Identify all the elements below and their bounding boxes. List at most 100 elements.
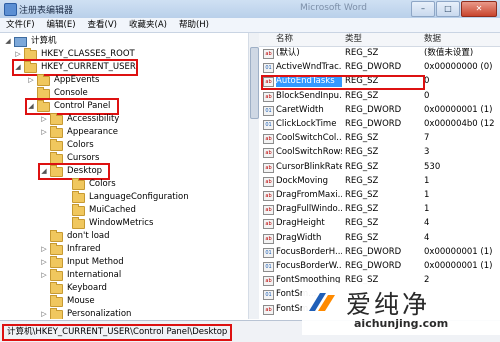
menu-help[interactable]: 帮助(H) bbox=[173, 18, 215, 32]
tree-item-colors[interactable]: Colors bbox=[40, 138, 94, 152]
expand-arrow-icon[interactable]: ▷ bbox=[40, 269, 48, 282]
value-row[interactable]: ab DragHeight REG_SZ 4 bbox=[259, 217, 500, 230]
menu-favorites[interactable]: 收藏夹(A) bbox=[123, 18, 173, 32]
reg-sz-icon: ab bbox=[263, 304, 274, 315]
folder-icon bbox=[50, 268, 63, 281]
tree-item-international[interactable]: ▷ International bbox=[40, 268, 122, 282]
folder-icon bbox=[50, 125, 63, 138]
watermark-url: aichunjing.com bbox=[354, 317, 449, 330]
tree-item-appevents[interactable]: ▷ AppEvents bbox=[27, 73, 99, 87]
tree-item-computer[interactable]: ◢ 计算机 bbox=[4, 35, 57, 48]
tree-item-dont-load[interactable]: don't load bbox=[40, 229, 110, 243]
collapse-arrow-icon[interactable]: ◢ bbox=[14, 61, 22, 74]
tree-item-label: Personalization bbox=[67, 309, 132, 319]
expand-arrow-icon[interactable]: ▷ bbox=[27, 74, 35, 87]
expand-arrow-icon[interactable]: ▷ bbox=[40, 256, 48, 269]
column-header-name[interactable]: 名称 bbox=[276, 33, 293, 46]
reg-dword-icon: 01 bbox=[263, 262, 274, 272]
tree-item-label: don't load bbox=[67, 231, 110, 241]
value-row[interactable]: ab CursorBlinkRate REG_SZ 530 bbox=[259, 161, 500, 173]
tree-item-infrared[interactable]: ▷ Infrared bbox=[40, 242, 101, 256]
value-row[interactable]: ab CoolSwitchCol... REG_SZ 7 bbox=[259, 132, 500, 145]
tree-item-label: LanguageConfiguration bbox=[89, 192, 189, 202]
reg-sz-icon: ab bbox=[263, 233, 274, 244]
status-path: 计算机\HKEY_CURRENT_USER\Control Panel\Desk… bbox=[2, 324, 233, 341]
menu-edit[interactable]: 编辑(E) bbox=[41, 18, 82, 32]
tree-item-cursors[interactable]: Cursors bbox=[40, 151, 100, 165]
folder-icon bbox=[24, 47, 37, 60]
value-row[interactable]: ab DockMoving REG_SZ 1 bbox=[259, 175, 500, 187]
value-type: REG_SZ bbox=[345, 161, 379, 172]
value-name: CoolSwitchCol... bbox=[276, 133, 342, 144]
column-header-data[interactable]: 数据 bbox=[424, 33, 441, 46]
collapse-arrow-icon[interactable]: ◢ bbox=[40, 165, 48, 178]
expand-arrow-icon[interactable]: ▷ bbox=[40, 126, 48, 139]
value-row[interactable]: 01 CaretWidth REG_DWORD 0x00000001 (1) bbox=[259, 104, 500, 116]
tree-item-label: Cursors bbox=[67, 153, 100, 163]
value-data: (数值未设置) bbox=[424, 48, 474, 58]
value-type: REG_DWORD bbox=[345, 246, 402, 257]
window-title: 注册表编辑器 bbox=[19, 6, 74, 16]
value-row[interactable]: ab DragWidth REG_SZ 4 bbox=[259, 232, 500, 244]
tree-item-label: International bbox=[67, 270, 122, 280]
value-name: FocusBorderH... bbox=[276, 246, 342, 257]
tree-item-keyboard[interactable]: Keyboard bbox=[40, 281, 107, 295]
tree-item-input-method[interactable]: ▷ Input Method bbox=[40, 255, 124, 269]
tree-item-desktop[interactable]: ◢ Desktop bbox=[38, 163, 110, 180]
values-header: 名称 类型 数据 bbox=[259, 33, 500, 47]
value-type: REG_DWORD bbox=[345, 104, 402, 115]
expand-arrow-icon[interactable]: ▷ bbox=[40, 113, 48, 126]
folder-icon bbox=[50, 255, 63, 268]
tree-item-hkcu[interactable]: ◢ HKEY_CURRENT_USER bbox=[12, 59, 138, 76]
value-row[interactable]: 01 ActiveWndTrac... REG_DWORD 0x00000000 (0… bbox=[259, 61, 500, 74]
value-row[interactable]: 01 FocusBorderH... REG_DWORD 0x00000001 (1) bbox=[259, 246, 500, 258]
value-row[interactable]: ab (默认) REG_SZ (数值未设置) bbox=[259, 47, 500, 59]
expand-arrow-icon[interactable]: ▷ bbox=[40, 308, 48, 319]
value-row[interactable]: ab CoolSwitchRows REG_SZ 3 bbox=[259, 146, 500, 159]
minimize-button[interactable]: – bbox=[411, 1, 435, 17]
tree-scrollbar-thumb[interactable] bbox=[250, 47, 259, 119]
value-row[interactable]: ab DragFromMaxi... REG_SZ 1 bbox=[259, 189, 500, 201]
value-row[interactable]: ab BlockSendInpu... REG_SZ 0 bbox=[259, 90, 500, 102]
close-button[interactable]: ✕ bbox=[461, 1, 497, 17]
value-type: REG_SZ bbox=[345, 175, 379, 186]
value-type: REG_SZ bbox=[345, 218, 379, 229]
menu-view[interactable]: 查看(V) bbox=[82, 18, 123, 32]
value-data: 4 bbox=[424, 232, 430, 243]
reg-sz-icon: ab bbox=[263, 91, 274, 102]
collapse-arrow-icon[interactable]: ◢ bbox=[4, 35, 12, 48]
value-data: 0x00000001 (1) bbox=[424, 104, 493, 115]
tree-item-label: WindowMetrics bbox=[89, 218, 154, 228]
value-row[interactable]: ab DragFullWindo... REG_SZ 1 bbox=[259, 203, 500, 216]
tree-item-console[interactable]: Console bbox=[27, 86, 88, 100]
tree-item-personalization[interactable]: ▷ Personalization bbox=[40, 307, 132, 319]
registry-tree: ◢ 计算机 ▷ HKEY_CLASSES_ROOT ◢ HKEY_CURRENT… bbox=[0, 33, 259, 319]
tree-item-label: HKEY_CLASSES_ROOT bbox=[41, 49, 135, 59]
value-name: CaretWidth bbox=[276, 104, 324, 115]
tree-item-control-panel[interactable]: ◢ Control Panel bbox=[25, 98, 119, 115]
collapse-arrow-icon[interactable]: ◢ bbox=[27, 100, 35, 113]
maximize-button[interactable]: □ bbox=[436, 1, 460, 17]
tree-item-accessibility[interactable]: ▷ Accessibility bbox=[40, 112, 119, 126]
tree-item-mouse[interactable]: Mouse bbox=[40, 294, 95, 308]
value-row[interactable]: 01 ClickLockTime REG_DWORD 0x000004b0 (12 bbox=[259, 118, 500, 130]
expand-arrow-icon[interactable]: ▷ bbox=[14, 48, 22, 61]
tree-scrollbar[interactable] bbox=[248, 33, 259, 319]
value-type: REG_DWORD bbox=[345, 62, 402, 73]
tree-item-muicached[interactable]: MuiCached bbox=[62, 203, 136, 217]
reg-sz-icon: ab bbox=[263, 162, 274, 173]
tree-item-appearance[interactable]: ▷ Appearance bbox=[40, 125, 118, 139]
value-name: ActiveWndTrac... bbox=[276, 62, 342, 73]
tree-item-windowmetrics[interactable]: WindowMetrics bbox=[62, 216, 154, 230]
folder-icon bbox=[50, 281, 63, 294]
expand-arrow-icon[interactable]: ▷ bbox=[40, 243, 48, 256]
tree-item-hkcr[interactable]: ▷ HKEY_CLASSES_ROOT bbox=[14, 47, 135, 61]
value-row[interactable]: 01 FocusBorderW... REG_DWORD 0x00000001 (1) bbox=[259, 260, 500, 272]
tree-item-desktop-colors[interactable]: Colors bbox=[62, 177, 116, 191]
value-row[interactable]: ab AutoEndTasks REG_SZ 0 bbox=[259, 75, 500, 91]
reg-sz-icon: ab bbox=[263, 176, 274, 187]
menu-file[interactable]: 文件(F) bbox=[0, 18, 41, 32]
tree-item-languageconfiguration[interactable]: LanguageConfiguration bbox=[62, 190, 189, 204]
value-data: 3 bbox=[424, 147, 430, 158]
column-header-type[interactable]: 类型 bbox=[345, 33, 362, 46]
